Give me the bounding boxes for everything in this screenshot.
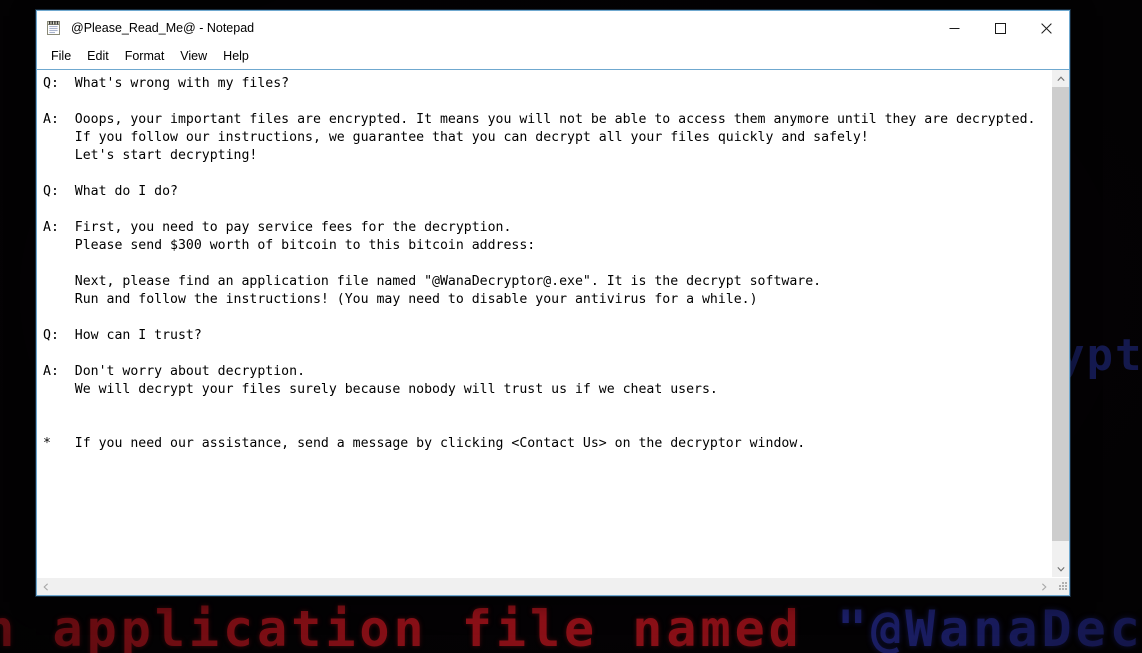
horizontal-scroll-thumb[interactable] [54,578,1035,595]
minimize-button[interactable] [931,11,977,45]
horizontal-scrollbar[interactable] [37,578,1052,595]
menu-item-view[interactable]: View [172,47,215,66]
menu-item-edit[interactable]: Edit [79,47,117,66]
horizontal-scroll-track[interactable] [54,578,1035,595]
menu-item-file[interactable]: File [43,47,79,66]
resize-grip[interactable] [1052,578,1069,595]
menubar: File Edit Format View Help [37,45,1069,69]
window-title: @Please_Read_Me@ - Notepad [71,20,255,35]
close-button[interactable] [1023,11,1069,45]
window-titlebar[interactable]: @Please_Read_Me@ - Notepad [37,11,1069,45]
window-client-area: Q: What's wrong with my files? A: Ooops,… [37,69,1069,595]
text-editor-row: Q: What's wrong with my files? A: Ooops,… [37,70,1069,577]
menu-item-format[interactable]: Format [117,47,173,66]
text-editor[interactable]: Q: What's wrong with my files? A: Ooops,… [37,70,1051,577]
maximize-button[interactable] [977,11,1023,45]
notepad-window: @Please_Read_Me@ - Notepad File Edit For… [36,10,1070,596]
notepad-icon [45,19,63,37]
horizontal-scrollbar-row [37,577,1069,595]
scroll-right-icon[interactable] [1035,578,1052,595]
vertical-scroll-thumb[interactable] [1052,87,1069,542]
menu-item-help[interactable]: Help [215,47,257,66]
vertical-scroll-track[interactable] [1052,87,1069,560]
scroll-down-icon[interactable] [1052,560,1069,577]
scroll-left-icon[interactable] [37,578,54,595]
vertical-scrollbar[interactable] [1051,70,1069,577]
document-body: Q: What's wrong with my files? A: Ooops,… [43,76,1036,451]
scroll-up-icon[interactable] [1052,70,1069,87]
window-controls [931,11,1069,45]
